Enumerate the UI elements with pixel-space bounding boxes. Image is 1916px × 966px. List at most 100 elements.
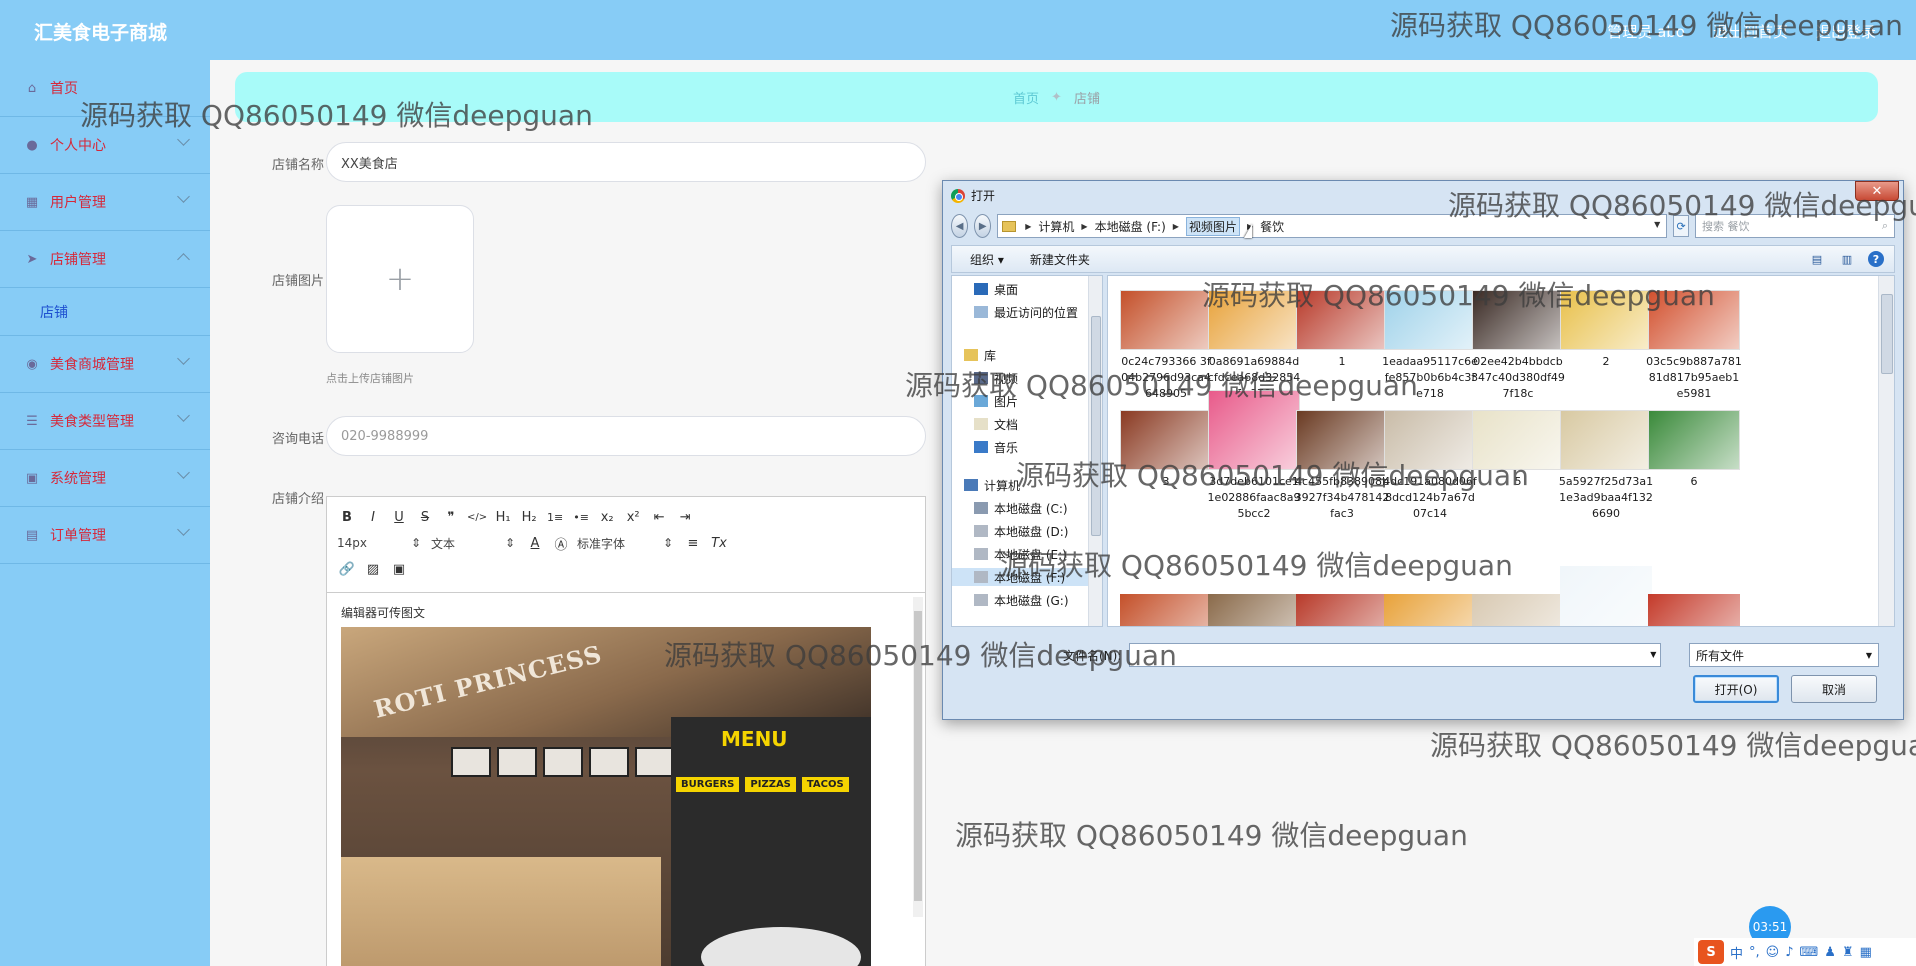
align-icon[interactable]: ≡ [683,532,703,554]
tree-item-recent[interactable]: 最近访问的位置 [974,303,1078,321]
link-icon[interactable]: 🔗 [337,558,357,580]
file-thumbnail[interactable] [1384,594,1476,626]
tree-item-desktop[interactable]: 桌面 [974,280,1018,298]
code-button[interactable]: </> [467,506,487,528]
tree-item-music[interactable]: 音乐 [974,438,1018,456]
help-icon[interactable]: ? [1868,251,1884,267]
sidebar-item-home[interactable]: ⌂ 首页 [0,60,210,117]
sidebar-item-food-mall[interactable]: ◉ 美食商城管理 [0,336,210,393]
files-scrollbar[interactable] [1878,276,1894,626]
punctuation-icon[interactable]: °, [1749,945,1760,960]
background-color-icon[interactable]: Ⓐ [551,532,571,554]
sidebar-item-profile[interactable]: ● 个人中心 [0,117,210,174]
bold-button[interactable]: B [337,506,357,528]
shirt-icon[interactable]: ♜ [1842,945,1854,960]
sidebar-item-system[interactable]: ▣ 系统管理 [0,450,210,507]
tree-scrollbar[interactable] [1088,276,1102,626]
refresh-icon[interactable]: ⟳ [1673,215,1689,237]
tree-item-drive-f[interactable]: 本地磁盘 (F:) [952,568,1089,586]
subscript-button[interactable]: x₂ [597,506,617,528]
address-segment[interactable]: 餐饮 [1260,218,1284,235]
tree-item-library[interactable]: 库 [964,346,996,364]
tree-item-drive-c[interactable]: 本地磁盘 (C:) [974,499,1068,517]
back-icon[interactable]: ◀ [951,214,969,238]
h1-button[interactable]: H₁ [493,506,513,528]
header-logout-link[interactable]: 退出登录 [1816,21,1876,42]
file-item[interactable]: 0a8691a69884dcfdcea68d328541c970 [1206,290,1302,402]
underline-button[interactable]: U [389,506,409,528]
file-item[interactable]: 3 [1118,410,1214,490]
file-thumbnail[interactable] [1208,594,1300,626]
file-thumbnail[interactable] [1560,566,1652,626]
scrollbar-thumb[interactable] [914,611,922,901]
grid-icon[interactable]: ▦ [1860,945,1872,960]
search-input[interactable]: 搜索 餐饮 ⌕ [1695,214,1895,238]
preview-pane-icon[interactable]: ▥ [1838,250,1856,268]
file-item[interactable]: 5 [1470,410,1566,490]
image-icon[interactable]: ▨ [363,558,383,580]
sidebar-item-shop[interactable]: ➤ 店铺管理 [0,231,210,288]
font-family-select[interactable]: 标准字体 ⇕ [577,532,677,554]
file-thumbnail[interactable] [1472,594,1564,626]
tree-item-drive-g[interactable]: 本地磁盘 (G:) [974,591,1069,609]
close-icon[interactable]: ✕ [1855,181,1899,201]
forward-icon[interactable]: ▶ [974,214,992,238]
editor-body[interactable]: 编辑器可传图文 ROTI PRINCESS MENU BURGERS PIZZA… [327,594,925,966]
sidebar-item-users[interactable]: ▦ 用户管理 [0,174,210,231]
font-color-icon[interactable]: A [525,532,545,554]
file-item[interactable]: 1eadaa95117c6efe857b0b6b4c3fe718 [1382,290,1478,402]
filename-input[interactable]: ▼ [1129,643,1662,667]
bullet-list-button[interactable]: •≡ [571,506,591,528]
editor-scrollbar[interactable] [913,597,923,917]
file-thumbnail[interactable] [1296,594,1388,626]
address-segment[interactable]: 视频图片 [1185,216,1240,236]
mic-icon[interactable]: ♪ [1785,945,1793,960]
outdent-button[interactable]: ⇤ [649,506,669,528]
file-item[interactable]: 6 [1646,410,1742,490]
tree-item-video[interactable]: 视频 [974,369,1018,387]
italic-button[interactable]: I [363,506,383,528]
ime-logo-icon[interactable]: S [1698,940,1724,964]
address-segment[interactable]: 本地磁盘 (F:) [1095,218,1166,235]
file-item[interactable]: 0c24c793366 3f04b2796d93ca4648905 [1118,290,1214,402]
file-item[interactable]: 03c5c9b887a78181d817b95aeb1e5981 [1646,290,1742,402]
h2-button[interactable]: H₂ [519,506,539,528]
tree-item-drive-d[interactable]: 本地磁盘 (D:) [974,522,1068,540]
clear-format-icon[interactable]: Tx [709,532,729,554]
video-icon[interactable]: ▣ [389,558,409,580]
organize-button[interactable]: 组织 ▾ [970,251,1004,268]
file-item[interactable]: 02ee42b4bbdcb347c40d380df497f18c [1470,290,1566,402]
scrollbar-thumb[interactable] [1091,316,1101,536]
ordered-list-button[interactable]: 1≡ [545,506,565,528]
tree-item-documents[interactable]: 文档 [974,415,1018,433]
sidebar-item-food-type[interactable]: ☰ 美食类型管理 [0,393,210,450]
shop-name-input[interactable]: XX美食店 [326,142,926,182]
open-button[interactable]: 打开(O) [1693,675,1779,703]
superscript-button[interactable]: x² [623,506,643,528]
breadcrumb-home[interactable]: 首页 [1013,88,1039,107]
header-home-link[interactable]: 退出到首页 [1713,21,1788,42]
filetype-select[interactable]: 所有文件 ▼ [1689,643,1879,667]
header-user-link[interactable]: 管理员 abo [1607,21,1685,42]
chevron-down-icon[interactable]: ▼ [1654,220,1660,229]
block-select[interactable]: 文本 ⇕ [431,532,519,554]
file-thumbnail[interactable] [1648,594,1740,626]
scrollbar-thumb[interactable] [1881,294,1893,374]
tree-item-pictures[interactable]: 图片 [974,392,1018,410]
new-folder-button[interactable]: 新建文件夹 [1030,251,1090,268]
file-thumbnail[interactable] [1120,594,1212,626]
ime-lang[interactable]: 中 [1730,943,1743,962]
keyboard-icon[interactable]: ⌨ [1800,945,1819,960]
view-icon[interactable]: ▤ [1808,250,1826,268]
file-item[interactable]: 4dc191a080d06f8dcd124b7a67d07c14 [1382,410,1478,522]
file-item[interactable]: 1 [1294,290,1390,370]
address-segment[interactable]: 计算机 [1038,218,1074,235]
chevron-down-icon[interactable]: ▼ [1650,650,1656,659]
strike-button[interactable]: S [415,506,435,528]
file-item[interactable]: 3d7deb6101ce11e02886faac8a95bcc2 [1206,390,1302,522]
indent-button[interactable]: ⇥ [675,506,695,528]
user-icon[interactable]: ♟ [1824,945,1836,960]
rich-text-editor[interactable]: B I U S ❞ </> H₁ H₂ 1≡ •≡ x₂ x² ⇤ ⇥ 14px… [326,496,926,966]
font-size-select[interactable]: 14px ⇕ [337,532,425,554]
address-bar[interactable]: ▶ 计算机 ▶ 本地磁盘 (F:) ▶ 视频图片 ▶ 餐饮 ▼ [997,214,1668,238]
